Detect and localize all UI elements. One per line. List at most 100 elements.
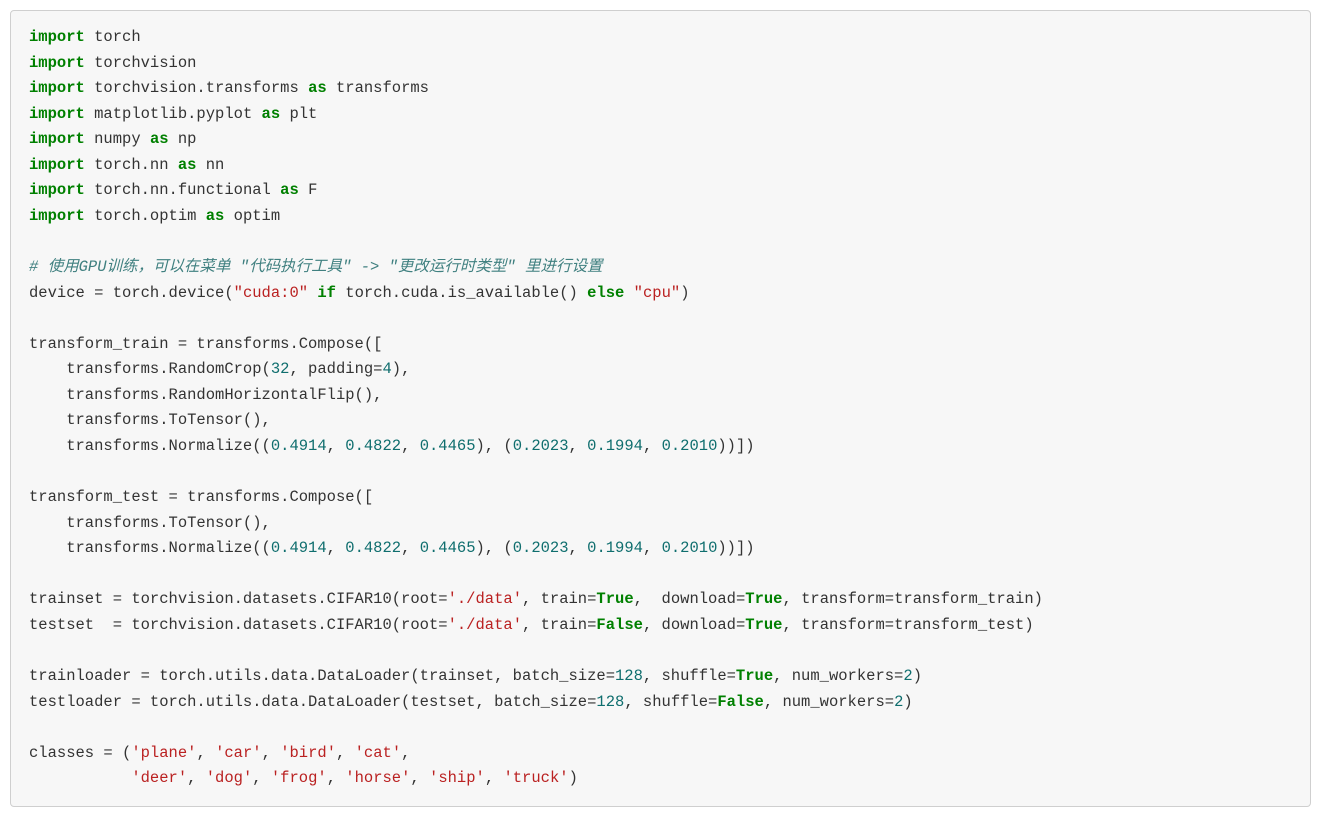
code-token: , train= bbox=[522, 616, 596, 634]
code-token: , bbox=[485, 769, 504, 787]
code-token: 'cat' bbox=[355, 744, 402, 762]
code-token: import bbox=[29, 54, 85, 72]
code-token: import bbox=[29, 105, 85, 123]
code-token: 32 bbox=[271, 360, 290, 378]
code-token: , bbox=[401, 437, 420, 455]
code-token bbox=[624, 284, 633, 302]
code-token: , bbox=[327, 539, 346, 557]
code-token: True bbox=[745, 616, 782, 634]
code-token: , transform=transform_train) bbox=[782, 590, 1042, 608]
code-token: import bbox=[29, 181, 85, 199]
code-token: , bbox=[252, 769, 271, 787]
code-token: torch.nn.functional bbox=[85, 181, 280, 199]
code-token: , bbox=[643, 539, 662, 557]
code-token: 0.4822 bbox=[345, 539, 401, 557]
code-token: "cpu" bbox=[634, 284, 681, 302]
code-content: import torch import torchvision import t… bbox=[29, 25, 1292, 792]
code-token: transforms.ToTensor(), bbox=[29, 411, 271, 429]
code-token: nn bbox=[196, 156, 224, 174]
code-token: , bbox=[401, 539, 420, 557]
code-token: , padding= bbox=[289, 360, 382, 378]
code-token: device = torch.device( bbox=[29, 284, 234, 302]
code-token: 0.4465 bbox=[420, 437, 476, 455]
code-token: 'deer' bbox=[131, 769, 187, 787]
code-token: False bbox=[717, 693, 764, 711]
code-token: import bbox=[29, 130, 85, 148]
code-token: 'bird' bbox=[280, 744, 336, 762]
code-token: else bbox=[587, 284, 624, 302]
code-token: 'ship' bbox=[429, 769, 485, 787]
code-token: 0.4914 bbox=[271, 437, 327, 455]
code-token: 0.1994 bbox=[587, 539, 643, 557]
code-token: , bbox=[327, 769, 346, 787]
code-token: torch.cuda.is_available() bbox=[336, 284, 587, 302]
code-token: 4 bbox=[382, 360, 391, 378]
code-token: 0.2010 bbox=[662, 539, 718, 557]
code-token: 'car' bbox=[215, 744, 262, 762]
code-token: import bbox=[29, 156, 85, 174]
code-token: , download= bbox=[643, 616, 745, 634]
code-token: if bbox=[317, 284, 336, 302]
code-token: 2 bbox=[903, 667, 912, 685]
code-token: , transform=transform_test) bbox=[782, 616, 1033, 634]
code-token: True bbox=[596, 590, 633, 608]
code-token: torch bbox=[85, 28, 141, 46]
code-token: torchvision.transforms bbox=[85, 79, 308, 97]
code-token bbox=[29, 769, 131, 787]
code-token: trainloader = torch.utils.data.DataLoade… bbox=[29, 667, 615, 685]
code-token: as bbox=[280, 181, 299, 199]
code-token: True bbox=[745, 590, 782, 608]
code-token: classes = ( bbox=[29, 744, 131, 762]
code-token: , bbox=[569, 539, 588, 557]
code-token: transforms.RandomCrop( bbox=[29, 360, 271, 378]
code-token: , bbox=[196, 744, 215, 762]
code-token: 'frog' bbox=[271, 769, 327, 787]
code-token: torch.nn bbox=[85, 156, 178, 174]
code-token: './data' bbox=[448, 616, 522, 634]
code-token: ), ( bbox=[476, 539, 513, 557]
code-token: , bbox=[327, 437, 346, 455]
code-token: transforms bbox=[327, 79, 429, 97]
code-token: , num_workers= bbox=[764, 693, 894, 711]
code-token: torchvision bbox=[85, 54, 197, 72]
code-token: , shuffle= bbox=[643, 667, 736, 685]
code-token: , bbox=[643, 437, 662, 455]
code-token: # 使用GPU训练，可以在菜单 "代码执行工具" -> "更改运行时类型" 里进… bbox=[29, 258, 603, 276]
code-token: transforms.RandomHorizontalFlip(), bbox=[29, 386, 382, 404]
code-token: as bbox=[178, 156, 197, 174]
code-token: 0.4465 bbox=[420, 539, 476, 557]
code-token: ) bbox=[680, 284, 689, 302]
code-token: transform_test = transforms.Compose([ bbox=[29, 488, 373, 506]
code-token: , bbox=[262, 744, 281, 762]
code-token: ), ( bbox=[476, 437, 513, 455]
code-token: , bbox=[401, 744, 410, 762]
code-token: numpy bbox=[85, 130, 150, 148]
code-token: 'plane' bbox=[131, 744, 196, 762]
code-token: , bbox=[336, 744, 355, 762]
code-token: 0.4914 bbox=[271, 539, 327, 557]
code-token: True bbox=[736, 667, 773, 685]
code-token: transforms.Normalize(( bbox=[29, 437, 271, 455]
code-token: , train= bbox=[522, 590, 596, 608]
code-token: trainset = torchvision.datasets.CIFAR10(… bbox=[29, 590, 448, 608]
code-token: ) bbox=[569, 769, 578, 787]
code-token: plt bbox=[280, 105, 317, 123]
code-token: optim bbox=[224, 207, 280, 225]
code-token: ), bbox=[392, 360, 411, 378]
code-token: False bbox=[596, 616, 643, 634]
code-token: 'truck' bbox=[503, 769, 568, 787]
code-token: ) bbox=[913, 667, 922, 685]
code-token: as bbox=[206, 207, 225, 225]
code-token: , bbox=[187, 769, 206, 787]
code-token: testset = torchvision.datasets.CIFAR10(r… bbox=[29, 616, 448, 634]
code-token: import bbox=[29, 28, 85, 46]
code-token: 0.1994 bbox=[587, 437, 643, 455]
code-token: 128 bbox=[596, 693, 624, 711]
code-token: , bbox=[410, 769, 429, 787]
code-token: 128 bbox=[615, 667, 643, 685]
code-token: ))]) bbox=[717, 539, 754, 557]
code-token: transforms.ToTensor(), bbox=[29, 514, 271, 532]
code-token: as bbox=[308, 79, 327, 97]
code-token: as bbox=[150, 130, 169, 148]
code-token: 'horse' bbox=[345, 769, 410, 787]
